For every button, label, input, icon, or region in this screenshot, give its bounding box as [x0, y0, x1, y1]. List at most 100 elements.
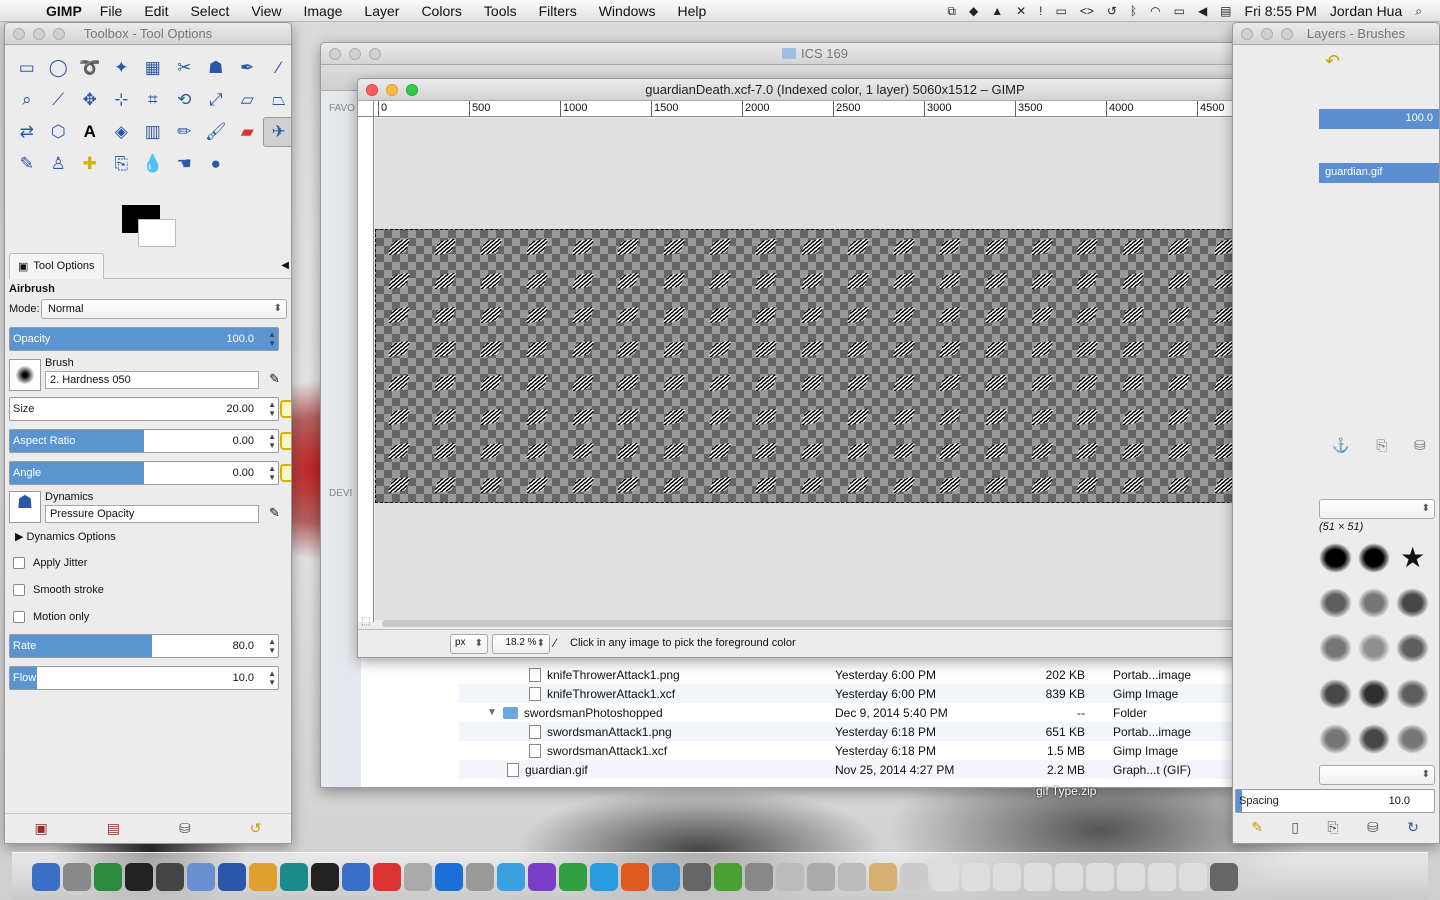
- close-button[interactable]: [366, 84, 378, 96]
- lasso-icon[interactable]: ➰: [74, 53, 106, 83]
- image-titlebar[interactable]: guardianDeath.xcf-7.0 (Indexed color, 1 …: [358, 79, 1312, 101]
- save-options-icon[interactable]: ▣: [35, 820, 48, 837]
- refresh-brushes-icon[interactable]: ↻: [1407, 819, 1419, 836]
- dock-app-icon[interactable]: [1210, 862, 1238, 891]
- menu-help[interactable]: Help: [678, 3, 707, 19]
- sprite-sheet-layer[interactable]: [375, 229, 1295, 503]
- spin-arrows-icon[interactable]: ▲ ▼: [268, 669, 276, 687]
- blur-icon[interactable]: 💧: [137, 149, 169, 179]
- minimize-button[interactable]: [349, 48, 361, 60]
- minimize-button[interactable]: [1261, 28, 1273, 40]
- flip-icon[interactable]: ⇄: [11, 117, 43, 147]
- dodge-burn-icon[interactable]: ●: [200, 149, 232, 179]
- search-icon[interactable]: ⌕: [1415, 4, 1422, 19]
- app-menu[interactable]: GIMP: [46, 3, 82, 19]
- brush-thumb[interactable]: [1319, 588, 1352, 619]
- list-item[interactable]: knifeThrowerAttack1.png Yesterday 6:00 P…: [459, 665, 1305, 684]
- brush-name-field[interactable]: 2. Hardness 050: [45, 371, 259, 389]
- background-color-swatch[interactable]: [138, 219, 176, 247]
- motion-only-checkbox[interactable]: Motion only: [13, 611, 89, 623]
- apply-jitter-checkbox[interactable]: Apply Jitter: [13, 557, 87, 569]
- clock[interactable]: Fri 8:55 PM: [1245, 3, 1317, 19]
- dock-app-icon[interactable]: [342, 862, 370, 891]
- dock-app-icon[interactable]: [1055, 862, 1083, 891]
- brush-thumb[interactable]: [1357, 588, 1391, 619]
- new-brush-icon[interactable]: ▯: [1291, 819, 1299, 836]
- scale-icon[interactable]: ⤢: [200, 85, 232, 115]
- dock-app-icon[interactable]: [94, 862, 122, 891]
- spin-arrows-icon[interactable]: ▲ ▼: [268, 330, 276, 348]
- panel-menu-icon[interactable]: ◀: [281, 260, 289, 271]
- close-button[interactable]: [13, 28, 25, 40]
- brush-thumb[interactable]: [1357, 678, 1391, 709]
- dock-app-icon[interactable]: [63, 862, 91, 891]
- brush-thumb[interactable]: [1396, 678, 1429, 709]
- bluetooth-icon[interactable]: ᛒ: [1130, 4, 1137, 18]
- brush-preview[interactable]: [9, 359, 41, 391]
- dock-app-icon[interactable]: [466, 862, 494, 891]
- list-item[interactable]: ▼ swordsmanPhotoshopped Dec 9, 2014 5:40 …: [459, 703, 1305, 722]
- dock-app-icon[interactable]: [32, 862, 60, 891]
- layer-opacity-slider[interactable]: 100.0: [1319, 109, 1439, 129]
- dock-app-icon[interactable]: [311, 862, 339, 891]
- dock-app-icon[interactable]: [1086, 862, 1114, 891]
- text-icon[interactable]: A: [74, 117, 106, 147]
- brush-thumb[interactable]: [1319, 633, 1352, 664]
- code-icon[interactable]: <>: [1080, 4, 1094, 18]
- size-slider[interactable]: Size 20.00 ▲ ▼: [9, 397, 291, 421]
- dock-app-icon[interactable]: [497, 862, 525, 891]
- dock-app-icon[interactable]: [1117, 862, 1145, 891]
- dock-app-icon[interactable]: [745, 862, 773, 891]
- dock-app-icon[interactable]: [776, 862, 804, 891]
- brush-thumb[interactable]: [1319, 678, 1352, 709]
- menu-image[interactable]: Image: [303, 3, 342, 19]
- dock-app-icon[interactable]: [838, 862, 866, 891]
- delete-brush-icon[interactable]: ⛁: [1367, 819, 1379, 836]
- airbrush-icon[interactable]: ✈: [263, 117, 291, 147]
- dock-app-icon[interactable]: [714, 862, 742, 891]
- flag-icon[interactable]: ▤: [1220, 4, 1231, 18]
- list-item[interactable]: swordsmanAttack1.xcf Yesterday 6:18 PM 1.…: [459, 741, 1305, 760]
- move-icon[interactable]: ✥: [74, 85, 106, 115]
- unit-dropdown[interactable]: px: [450, 634, 488, 654]
- menu-windows[interactable]: Windows: [599, 3, 656, 19]
- drive-icon[interactable]: ▲: [991, 4, 1003, 18]
- brush-thumb[interactable]: [1357, 633, 1391, 664]
- dock-app-icon[interactable]: [652, 862, 680, 891]
- horizontal-ruler[interactable]: 0 500 1000 1500 2000 2500 3000 3500 4000…: [374, 101, 1312, 117]
- rotate-icon[interactable]: ⟲: [169, 85, 201, 115]
- brush-thumb[interactable]: [1357, 543, 1391, 573]
- mode-dropdown[interactable]: Normal: [41, 299, 287, 319]
- brush-thumb[interactable]: [1396, 588, 1429, 619]
- dock-app-icon[interactable]: [528, 862, 556, 891]
- screen-icon[interactable]: ⧉: [947, 4, 956, 19]
- zoom-button[interactable]: [369, 48, 381, 60]
- dock-app-icon[interactable]: [249, 862, 277, 891]
- reset-options-icon[interactable]: ↺: [250, 820, 262, 837]
- dock-app-icon[interactable]: [900, 862, 928, 891]
- tab-tool-options[interactable]: ▣ Tool Options: [9, 252, 104, 279]
- dynamics-options-expander[interactable]: ▶ Dynamics Options: [15, 530, 116, 543]
- minimize-button[interactable]: [33, 28, 45, 40]
- delete-layer-icon[interactable]: ⛁: [1414, 437, 1426, 454]
- list-item[interactable]: swordsmanAttack1.png Yesterday 6:18 PM 65…: [459, 722, 1305, 741]
- zoom-button[interactable]: [53, 28, 65, 40]
- brush-grid[interactable]: ★: [1319, 543, 1429, 763]
- delete-options-icon[interactable]: ⛁: [179, 820, 191, 837]
- opacity-slider[interactable]: Opacity 100.0 ▲ ▼: [9, 327, 279, 351]
- fuzzy-select-icon[interactable]: ✦: [106, 53, 138, 83]
- smooth-stroke-checkbox[interactable]: Smooth stroke: [13, 584, 104, 596]
- paintbrush-icon[interactable]: 🖌: [200, 117, 232, 147]
- dock-app-icon[interactable]: [187, 862, 215, 891]
- eraser-icon[interactable]: ▰: [232, 117, 264, 147]
- volume-icon[interactable]: ◀: [1198, 4, 1207, 18]
- dock-app-icon[interactable]: [404, 862, 432, 891]
- menu-colors[interactable]: Colors: [421, 3, 461, 19]
- star-brush-icon[interactable]: ★: [1396, 543, 1429, 573]
- shield-icon[interactable]: ✕: [1016, 4, 1026, 18]
- undo-history-icon[interactable]: ↶: [1325, 51, 1340, 72]
- brush-filter-dropdown[interactable]: [1319, 499, 1435, 519]
- wifi-icon[interactable]: ◠: [1150, 4, 1160, 18]
- zoom-button[interactable]: [1281, 28, 1293, 40]
- smudge-icon[interactable]: ☚: [169, 149, 201, 179]
